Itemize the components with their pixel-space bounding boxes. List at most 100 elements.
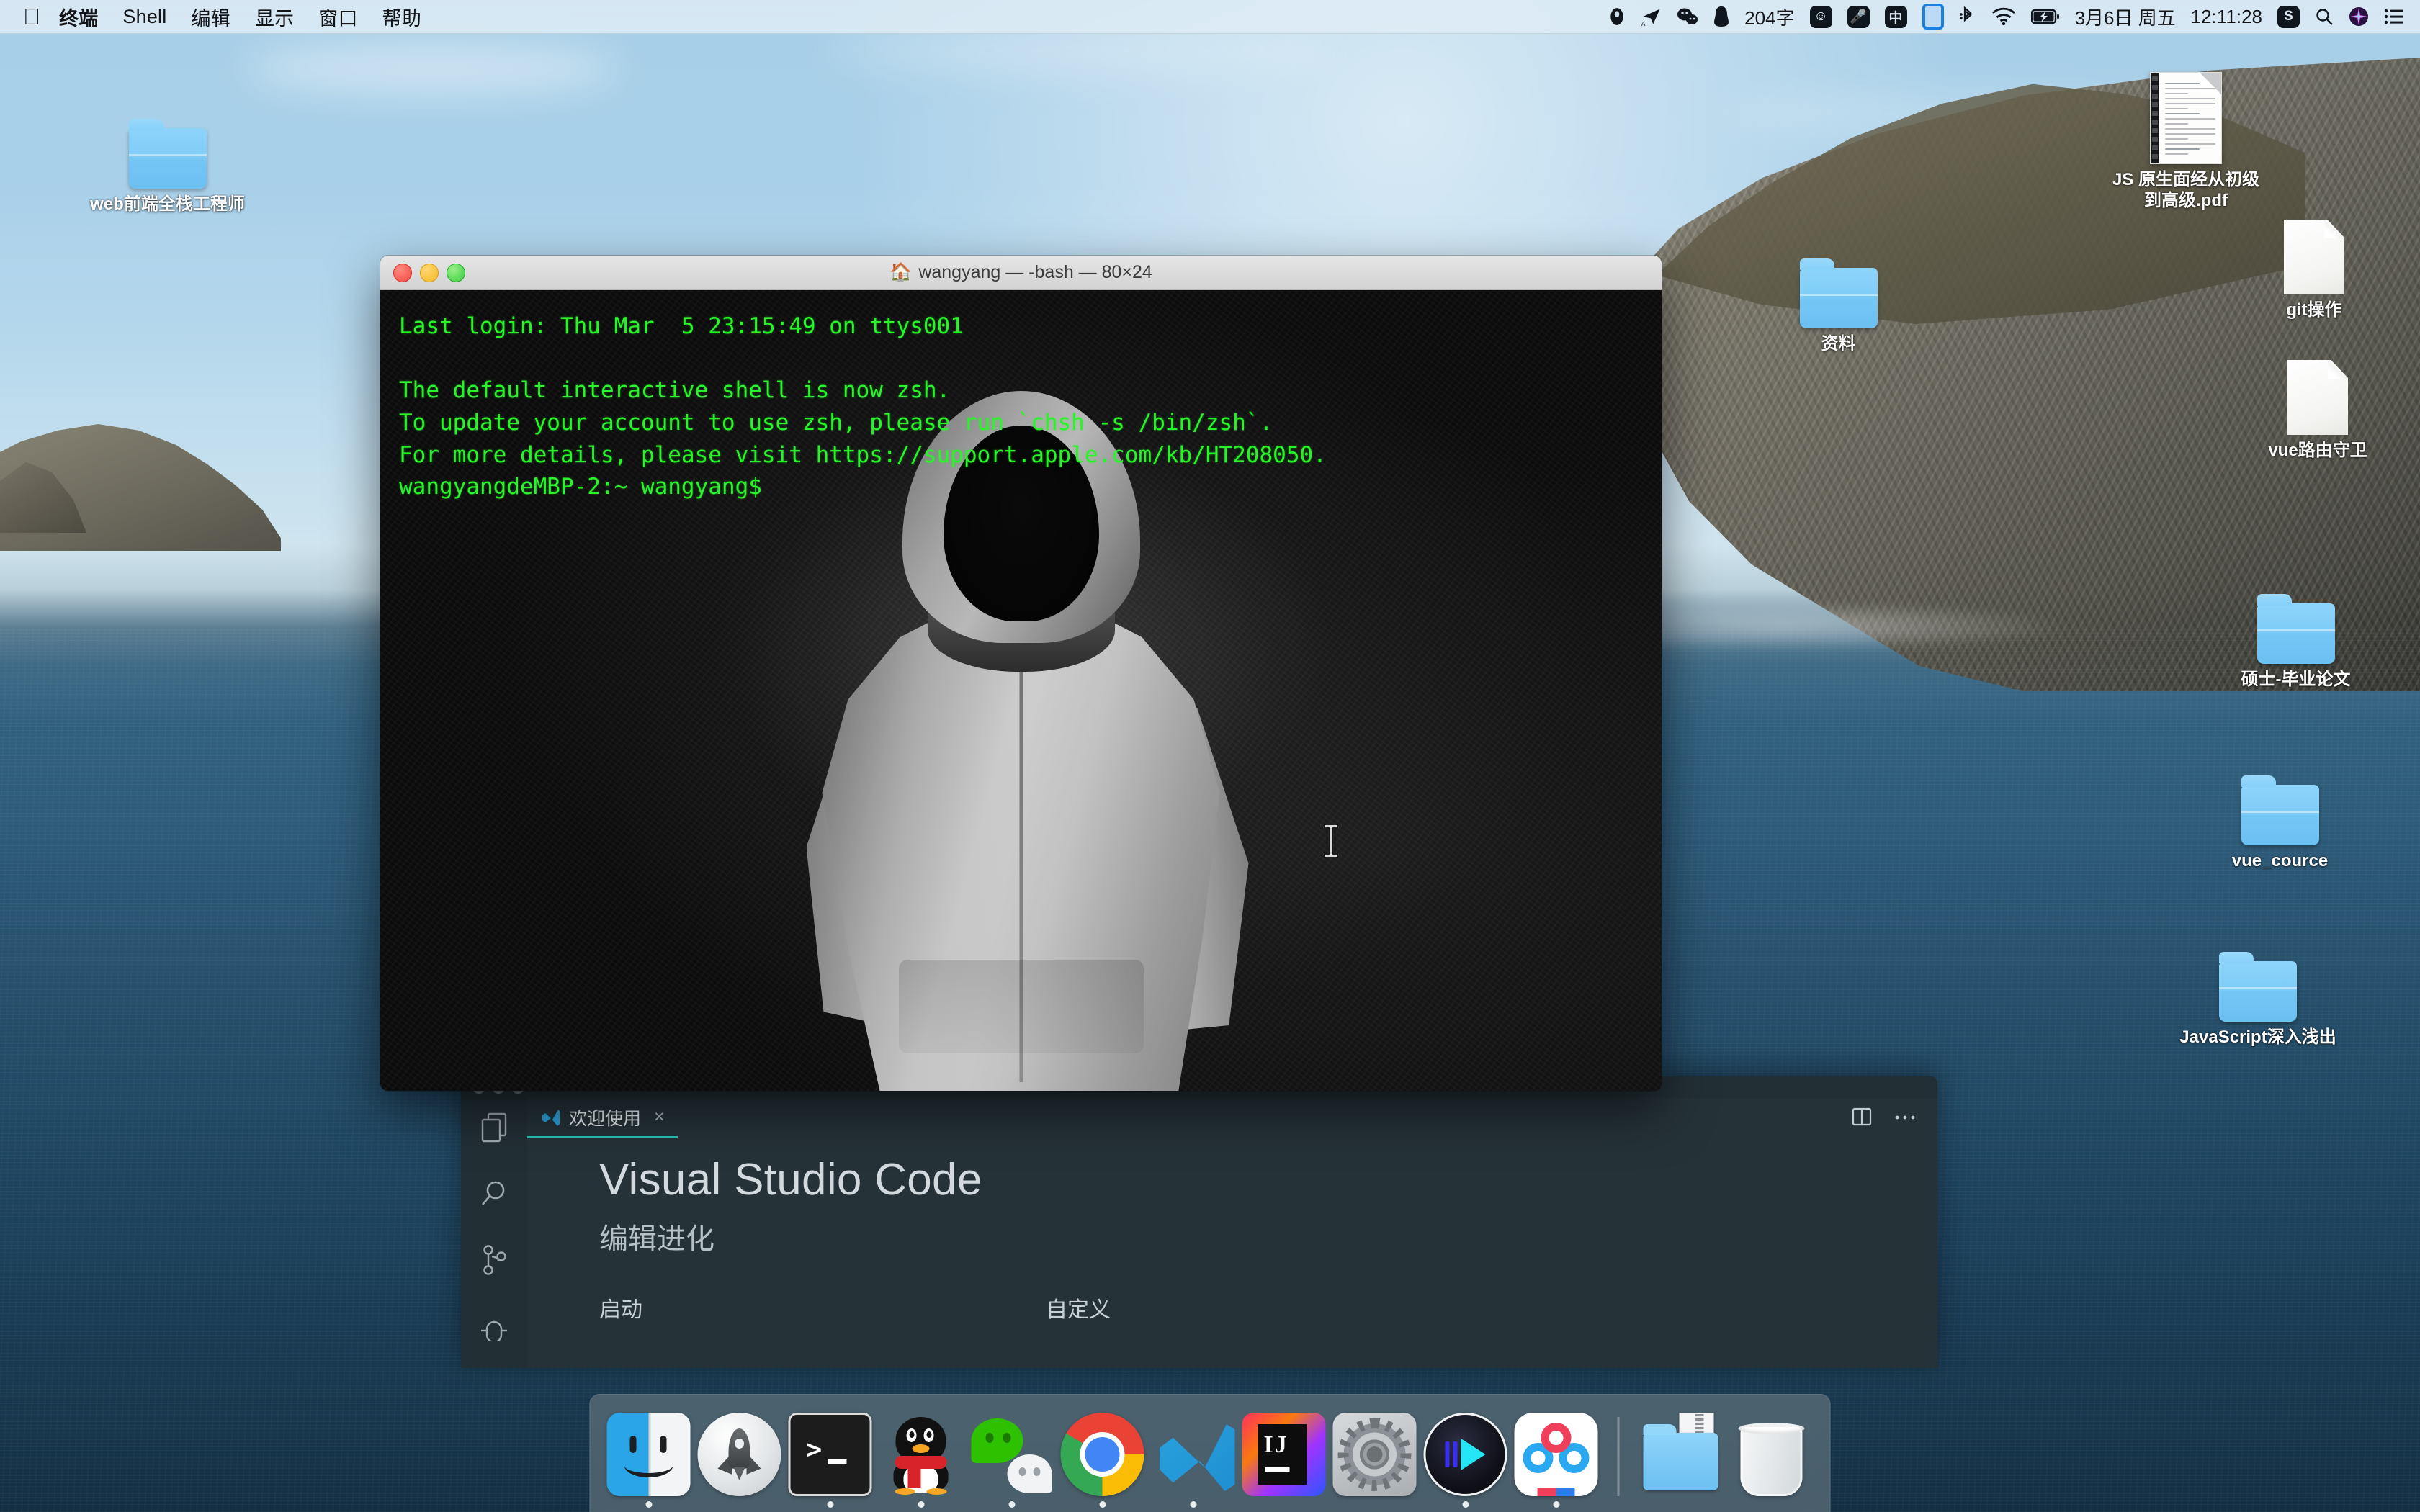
welcome-start-heading: 启动 (599, 1298, 642, 1322)
input-method-icon[interactable]: 中 (1884, 5, 1907, 28)
desktop-icon-硕士-毕业论文[interactable]: 硕士-毕业论文 (2218, 594, 2373, 690)
system-preferences-icon (1332, 1413, 1417, 1496)
terminal-body[interactable]: Last login: Thu Mar 5 23:15:49 on ttys00… (380, 290, 1662, 1091)
dock-item-finder[interactable] (604, 1405, 694, 1512)
baidu-netdisk-icon (1514, 1413, 1598, 1496)
dock-item-system-preferences[interactable] (1330, 1405, 1420, 1512)
pdf-preview-lines (2165, 83, 2215, 158)
desktop-icon-label: 硕士-毕业论文 (2241, 670, 2351, 689)
dock-item-trash[interactable] (1726, 1405, 1817, 1512)
menu-view[interactable]: 显示 (255, 3, 294, 31)
running-indicator (1190, 1501, 1196, 1508)
dock-item-chrome[interactable] (1057, 1405, 1148, 1512)
dock-item-downloads-stack[interactable] (1636, 1405, 1726, 1512)
desktop-icon-vue_cource[interactable]: vue_cource (2202, 775, 2357, 871)
vscode-window[interactable]: 欢迎使用 × Visual Studio Code 编辑进化 启动 自定义 (461, 1076, 1937, 1368)
running-indicator (1008, 1501, 1015, 1508)
iina-icon (1423, 1413, 1507, 1496)
dock-item-wechat[interactable] (967, 1405, 1057, 1512)
cloud (245, 43, 619, 94)
emoji-icon[interactable]: ☺ (1809, 5, 1832, 28)
dock-item-vscode[interactable] (1148, 1405, 1239, 1512)
menu-window[interactable]: 窗口 (318, 3, 357, 31)
terminal-title-text: wangyang — -bash — 80×24 (918, 262, 1152, 282)
running-indicator (1099, 1501, 1106, 1508)
desktop-icon-label: git操作 (2286, 300, 2342, 320)
wechat-status-icon[interactable] (1677, 7, 1698, 26)
folder-icon (1799, 258, 1878, 328)
bluetooth-icon[interactable] (1959, 6, 1976, 27)
apple-menu-icon[interactable]:  (23, 5, 40, 28)
tab-welcome[interactable]: 欢迎使用 × (527, 1098, 678, 1138)
desktop-icon-javascript深入浅出[interactable]: JavaScript深入浅出 (2168, 952, 2348, 1048)
close-icon[interactable]: × (654, 1107, 665, 1128)
welcome-columns: 启动 自定义 (599, 1292, 1937, 1323)
terminal-icon: > (788, 1413, 872, 1496)
welcome-title: Visual Studio Code (599, 1155, 982, 1205)
terminal-titlebar[interactable]: 🏠 wangyang — -bash — 80×24 (380, 256, 1662, 290)
menubar-date[interactable]: 3月6日 周五 (2075, 4, 2176, 30)
running-indicator (918, 1501, 924, 1508)
control-center-icon[interactable] (2384, 8, 2404, 25)
desktop-icon-资料[interactable]: 资料 (1761, 258, 1916, 354)
tab-label: 欢迎使用 (569, 1108, 642, 1129)
dock-item-intellij-idea[interactable]: IJ (1239, 1405, 1330, 1512)
welcome-customize-heading: 自定义 (1046, 1298, 1111, 1322)
terminal-output: Last login: Thu Mar 5 23:15:49 on ttys00… (399, 313, 1327, 500)
dock-item-qq[interactable] (876, 1405, 967, 1512)
spotlight-search-icon[interactable] (2315, 7, 2334, 26)
running-indicator (1553, 1501, 1559, 1508)
menu-terminal[interactable]: 终端 (59, 3, 98, 31)
dock-item-launchpad[interactable] (694, 1405, 785, 1512)
mic-icon[interactable]: 🎤 (1847, 5, 1870, 28)
welcome-subtitle: 编辑进化 (599, 1223, 714, 1255)
terminal-window[interactable]: 🏠 wangyang — -bash — 80×24 Last login: T… (380, 256, 1662, 1091)
debug-icon[interactable] (478, 1310, 511, 1343)
qq-icon (879, 1413, 963, 1496)
dock-item-terminal[interactable]: > (785, 1405, 876, 1512)
siri-icon[interactable] (2349, 6, 2369, 27)
folder-icon (2241, 775, 2319, 845)
battery-charging-icon[interactable] (2030, 9, 2060, 24)
desktop-icon-label-line1: JS 原生面经从初级 (2112, 170, 2260, 189)
running-indicator (1462, 1501, 1469, 1508)
qq-status-icon[interactable] (1713, 6, 1729, 27)
more-actions-icon[interactable] (1894, 1112, 1916, 1125)
sogou-icon[interactable]: S (2277, 5, 2300, 28)
wifi-icon[interactable] (1991, 7, 2016, 26)
desktop-icon-label: vue_cource (2231, 851, 2329, 870)
desktop-icon-web前端全栈工程师[interactable]: web前端全栈工程师 (90, 119, 245, 215)
vscode-welcome-page: Visual Studio Code 编辑进化 启动 自定义 (527, 1138, 1937, 1368)
chrome-icon (1060, 1413, 1144, 1496)
hoodie-pocket (898, 960, 1144, 1053)
desktop-icon-js-pdf[interactable]: JS 原生面经从初级 到高级.pdf (2092, 72, 2280, 212)
pdf-file-icon (2150, 72, 2222, 164)
home-icon: 🏠 (889, 262, 913, 282)
vscode-main: 欢迎使用 × Visual Studio Code 编辑进化 启动 自定义 (461, 1098, 1937, 1368)
vscode-content: 欢迎使用 × Visual Studio Code 编辑进化 启动 自定义 (527, 1098, 1937, 1368)
dock-separator (1617, 1417, 1620, 1496)
dropbox-icon[interactable] (1608, 7, 1626, 26)
wechat-icon (970, 1413, 1054, 1496)
dock-item-baidu-netdisk[interactable] (1511, 1405, 1602, 1512)
vscode-tab-bar: 欢迎使用 × (527, 1098, 1937, 1138)
search-icon[interactable] (478, 1177, 511, 1210)
downloads-folder-icon (1639, 1413, 1723, 1496)
document-icon (2284, 220, 2344, 294)
display-icon[interactable] (1922, 4, 1944, 30)
desktop-icon-git操作[interactable]: git操作 (2246, 220, 2383, 320)
source-control-icon[interactable] (478, 1243, 511, 1277)
telegram-icon[interactable]: A (1641, 6, 1662, 27)
menu-bar-status-area: A 204字 ☺ 🎤 中 3月6日 周五 12:11:28 S (1592, 4, 2420, 30)
menu-edit[interactable]: 编辑 (191, 3, 230, 31)
menu-help[interactable]: 帮助 (382, 3, 421, 31)
running-indicator (645, 1501, 652, 1508)
desktop-icon-label: JavaScript深入浅出 (2179, 1027, 2336, 1047)
menu-shell[interactable]: Shell (122, 6, 166, 28)
desktop-icon-vue路由守卫[interactable]: vue路由守卫 (2246, 360, 2390, 461)
split-editor-icon[interactable] (1851, 1106, 1873, 1131)
dock-item-iina[interactable] (1420, 1405, 1511, 1512)
menubar-time[interactable]: 12:11:28 (2191, 6, 2262, 28)
explorer-icon[interactable] (478, 1111, 511, 1144)
char-count-label: 204字 (1744, 6, 1795, 29)
